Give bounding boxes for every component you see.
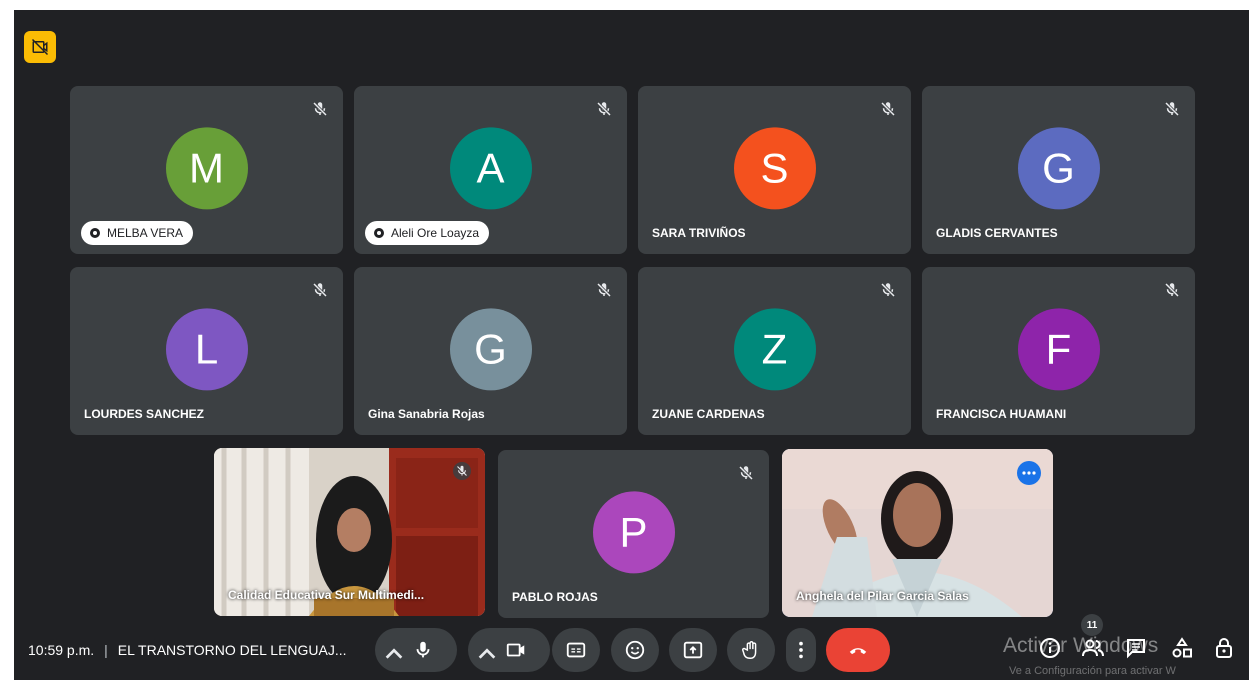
mic-off-icon	[880, 282, 896, 298]
more-options-icon[interactable]	[1017, 461, 1041, 485]
video-camera-icon	[506, 643, 525, 657]
mic-off-icon	[312, 101, 328, 117]
captions-icon	[566, 642, 586, 658]
participant-tile[interactable]: L LOURDES SANCHEZ	[70, 267, 343, 435]
participant-name: ZUANE CARDENAS	[652, 407, 765, 421]
speaking-icon	[90, 228, 100, 238]
raise-hand-button[interactable]	[727, 628, 775, 672]
hang-up-icon	[849, 648, 867, 655]
mic-off-icon	[1164, 101, 1180, 117]
avatar: M	[165, 127, 248, 210]
windows-activation-subtext: Ve a Configuración para activar W	[1009, 665, 1176, 677]
lock-person-icon	[1216, 638, 1232, 658]
separator: |	[104, 642, 108, 658]
end-call-button[interactable]	[826, 628, 890, 672]
avatar: S	[733, 127, 816, 210]
mic-off-icon	[1164, 282, 1180, 298]
participant-count-badge: 11	[1081, 614, 1103, 636]
participant-video-tile[interactable]: Calidad Educativa Sur Multimedi...	[214, 448, 485, 616]
more-options-button[interactable]	[786, 628, 816, 672]
participant-tile[interactable]: M MELBA VERA	[70, 86, 343, 254]
more-vertical-icon	[799, 641, 803, 659]
captions-button[interactable]	[552, 628, 600, 672]
info-icon	[1040, 638, 1060, 658]
mic-off-icon	[596, 101, 612, 117]
participant-name: Anghela del Pilar Garcia Salas	[796, 589, 969, 603]
present-screen-button[interactable]	[669, 628, 717, 672]
activities-button[interactable]	[1168, 634, 1196, 662]
chevron-up-icon	[478, 648, 496, 659]
avatar: L	[165, 308, 248, 391]
bottom-control-bar: 10:59 p.m. | EL TRANSTORNO DEL LENGUAJ...	[14, 614, 1249, 680]
meeting-info: 10:59 p.m. | EL TRANSTORNO DEL LENGUAJ...	[28, 642, 347, 658]
hand-icon	[742, 641, 757, 659]
mic-off-icon	[880, 101, 896, 117]
avatar: G	[1017, 127, 1100, 210]
meeting-details-button[interactable]	[1036, 634, 1064, 662]
participant-tile[interactable]: G Gina Sanabria Rojas	[354, 267, 627, 435]
meeting-time: 10:59 p.m.	[28, 642, 95, 658]
participant-tile[interactable]: Z ZUANE CARDENAS	[638, 267, 911, 435]
participant-name: LOURDES SANCHEZ	[84, 407, 205, 421]
meet-window: M MELBA VERA A Aleli Ore Loayza S SARA T…	[14, 10, 1249, 680]
emoji-icon	[625, 640, 645, 660]
chat-button[interactable]	[1122, 634, 1150, 662]
participant-name: Aleli Ore Loayza	[365, 221, 490, 245]
participant-video-tile-active[interactable]: Anghela del Pilar Garcia Salas	[782, 449, 1053, 617]
participant-name: Gina Sanabria Rojas	[368, 407, 485, 421]
people-icon	[1082, 639, 1104, 657]
participant-name: GLADIS CERVANTES	[936, 226, 1058, 240]
microphone-control[interactable]	[375, 628, 457, 672]
participant-tile[interactable]: S SARA TRIVIÑOS	[638, 86, 911, 254]
speaking-icon	[374, 228, 384, 238]
mic-off-icon	[596, 282, 612, 298]
participant-tile[interactable]: F FRANCISCA HUAMANI	[922, 267, 1195, 435]
activities-icon	[1172, 637, 1192, 658]
chat-icon	[1127, 639, 1145, 659]
host-controls-button[interactable]	[1210, 634, 1238, 662]
mic-off-icon	[312, 282, 328, 298]
participant-name: Calidad Educativa Sur Multimedi...	[228, 588, 425, 602]
people-button[interactable]: 11	[1079, 614, 1107, 662]
participant-name: FRANCISCA HUAMANI	[936, 407, 1067, 421]
camera-control[interactable]	[468, 628, 550, 672]
participant-name: MELBA VERA	[81, 221, 194, 245]
reactions-button[interactable]	[611, 628, 659, 672]
avatar: Z	[733, 308, 816, 391]
avatar: P	[592, 491, 675, 574]
mic-off-icon	[453, 462, 471, 480]
participant-tile[interactable]: G GLADIS CERVANTES	[922, 86, 1195, 254]
chevron-up-icon	[385, 648, 403, 659]
avatar: G	[449, 308, 532, 391]
mic-off-icon	[738, 465, 754, 481]
participant-tile[interactable]: P PABLO ROJAS	[498, 450, 769, 618]
participant-name: SARA TRIVIÑOS	[652, 226, 746, 240]
present-screen-icon	[683, 641, 703, 659]
participant-tile[interactable]: A Aleli Ore Loayza	[354, 86, 627, 254]
avatar: F	[1017, 308, 1100, 391]
avatar: A	[449, 127, 532, 210]
meeting-title: EL TRANSTORNO DEL LENGUAJ...	[117, 642, 347, 658]
microphone-icon	[416, 641, 430, 658]
no-video-badge-icon[interactable]	[24, 31, 56, 63]
participant-name: PABLO ROJAS	[512, 590, 598, 604]
